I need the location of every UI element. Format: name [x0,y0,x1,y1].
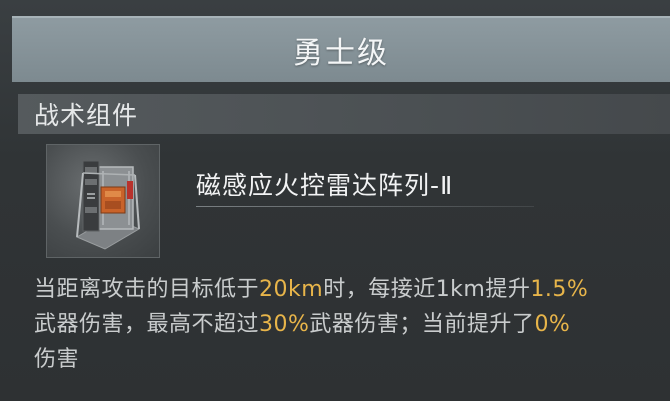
section-header: 战术组件 [18,94,670,134]
header-bar: 勇士级 [12,16,670,82]
radar-module-icon [46,144,160,258]
desc-value-cap: 30% [259,312,310,337]
desc-value-current: 0% [534,312,571,337]
ship-class-title: 勇士级 [293,36,389,71]
section-label: 战术组件 [34,101,139,130]
desc-text-2: 时，每接近1km提升 [323,277,531,302]
desc-text-3: 武器伤害，最高不超过 [34,312,260,337]
desc-text-5: 伤害 [34,347,80,372]
desc-value-range: 20km [259,277,324,302]
desc-value-rate: 1.5% [530,277,589,302]
name-divider [196,206,534,207]
tooltip-panel: 勇士级 战术组件 磁感应火控雷达阵列-Ⅱ 当距离攻击的目标低于20km时，每接近… [0,0,670,401]
desc-text-1: 当距离攻击的目标低于 [34,277,260,302]
desc-text-4: 武器伤害；当前提升了 [309,312,535,337]
component-description: 当距离攻击的目标低于20km时，每接近1km提升1.5% 武器伤害，最高不超过30… [34,272,664,377]
component-name: 磁感应火控雷达阵列-Ⅱ [196,171,454,200]
